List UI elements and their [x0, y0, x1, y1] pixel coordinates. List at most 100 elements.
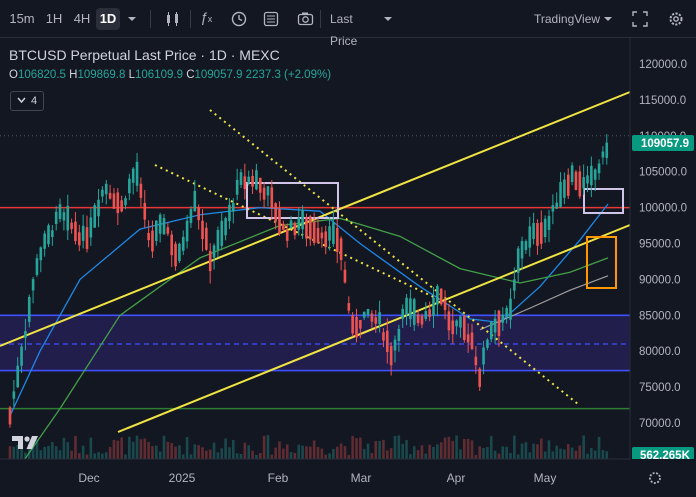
timeframe-1d[interactable]: 1D [96, 8, 120, 30]
candle-body [220, 220, 224, 246]
price-type-select[interactable]: Last Price [330, 8, 380, 48]
candle-body [497, 310, 501, 337]
candle-body [335, 228, 339, 252]
volume-bar [347, 454, 351, 459]
candle-body [158, 214, 162, 234]
volume-bar [166, 441, 170, 459]
candle-body [43, 233, 46, 249]
price-chart[interactable]: 120000.0115000.0110000.0105000.0100000.0… [0, 38, 696, 497]
candle-body [224, 218, 227, 236]
candle-body [605, 142, 609, 158]
time-axis[interactable]: Dec 2025 Feb Mar Apr May [0, 458, 696, 497]
candle-body [309, 216, 312, 240]
volume-bar [563, 449, 566, 459]
volume-bar [8, 446, 12, 459]
candle-body [243, 176, 247, 190]
price-tick-label: 100000.0 [639, 203, 687, 215]
volume-bar [386, 450, 389, 459]
volume-bar [39, 450, 43, 459]
volume-bar [155, 445, 158, 459]
candle-body [101, 189, 104, 197]
volume-bar [143, 438, 147, 459]
candle-body [343, 269, 347, 283]
fullscreen-icon[interactable] [632, 11, 648, 27]
volume-bar [351, 436, 354, 459]
volume-bar [486, 447, 489, 459]
volume-bar [536, 444, 539, 459]
candle-body [216, 229, 220, 250]
chart-overlays [0, 91, 631, 481]
volume-bar [101, 453, 104, 459]
ohlc-readout: O106820.5 H109869.8 L106109.9 C109057.9 … [9, 69, 331, 81]
volume-bar [451, 440, 455, 459]
volume-bar [428, 444, 431, 459]
candle-body [247, 176, 250, 184]
candle-body [397, 328, 401, 342]
timeframe-15m[interactable]: 15m [6, 8, 38, 30]
candle-body [593, 169, 597, 180]
volume-bar [120, 437, 123, 459]
volume-bar [328, 453, 331, 459]
candle-body [39, 247, 43, 261]
timeframe-dropdown-icon[interactable] [127, 14, 137, 24]
view-name[interactable]: TradingView [534, 8, 600, 30]
candle-body [409, 298, 412, 320]
candle-body [347, 303, 351, 311]
candle-body [524, 241, 528, 251]
camera-icon[interactable] [297, 11, 314, 26]
volume-bar [58, 450, 62, 459]
candle-body [270, 187, 274, 209]
volume-bar [312, 440, 316, 459]
candle-body [412, 299, 416, 325]
close-value: 109057.9 [194, 69, 243, 81]
candle-body [27, 296, 31, 322]
volume-bar [409, 454, 412, 459]
volume-bar [374, 441, 378, 459]
volume-bar [470, 440, 474, 459]
volume-bar [501, 446, 505, 459]
price-axis[interactable]: 120000.0115000.0110000.0105000.0100000.0… [629, 38, 696, 497]
candle-body [128, 178, 131, 194]
candle-body [297, 217, 301, 230]
volume-bar [104, 452, 108, 459]
candle-body [162, 218, 166, 235]
time-tick-label: Mar [351, 471, 372, 485]
volume-bar [232, 439, 235, 459]
layout-grid-icon[interactable] [263, 11, 279, 27]
indicators-toggle[interactable]: 4 [10, 91, 45, 111]
volume-bar [324, 454, 327, 459]
candle-body [563, 179, 566, 198]
price-type-dropdown-icon[interactable] [383, 14, 393, 24]
candle-body [486, 339, 489, 348]
volume-bar [147, 441, 150, 459]
timeframe-4h[interactable]: 4H [68, 8, 96, 30]
volume-bar [89, 437, 93, 459]
volume-bar [66, 442, 70, 459]
candles-icon[interactable] [165, 11, 181, 27]
candle-body [574, 171, 578, 190]
volume-bar [212, 442, 216, 459]
candles [8, 134, 609, 428]
volume-bar [178, 445, 181, 459]
candle-body [178, 243, 181, 261]
volume-bar [220, 448, 224, 459]
candle-body [131, 168, 135, 183]
volume-bar [482, 447, 485, 459]
volume-bar [139, 439, 143, 459]
alert-clock-icon[interactable] [231, 11, 247, 27]
volume-bar [601, 450, 605, 459]
volume-bar [528, 452, 532, 459]
low-value: 106109.9 [135, 69, 183, 81]
volume-bar [366, 443, 370, 459]
settings-icon[interactable] [668, 11, 684, 27]
volume-bar [251, 450, 254, 459]
candle-body [540, 222, 543, 244]
timeframe-1h[interactable]: 1H [40, 8, 68, 30]
indicators-icon[interactable]: ƒx [200, 9, 212, 25]
candle-body [474, 356, 478, 366]
candle-body [466, 334, 470, 343]
high-value: 109869.8 [77, 69, 126, 81]
candle-body [316, 228, 320, 243]
candle-body [93, 205, 96, 228]
view-dropdown-icon[interactable] [603, 14, 613, 24]
